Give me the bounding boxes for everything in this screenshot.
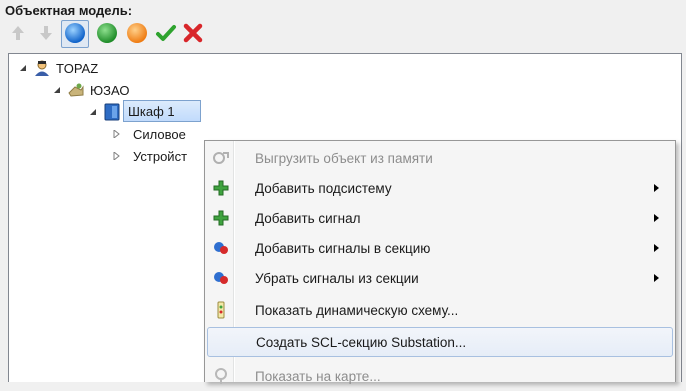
submenu-arrow-icon (654, 274, 659, 282)
menu-item-add-subsystem[interactable]: Добавить подсистему (207, 173, 673, 203)
move-up-button[interactable] (4, 20, 32, 48)
tree-node-topaz[interactable]: TOPAZ (17, 57, 98, 79)
tree-node-power[interactable]: Силовое (111, 123, 186, 145)
signals-remove-icon (211, 268, 231, 288)
menu-item-show-on-map[interactable]: Показать на карте... (207, 361, 673, 391)
menu-item-remove-signals-from-section[interactable]: Убрать сигналы из секции (207, 263, 673, 293)
move-down-button[interactable] (32, 20, 60, 48)
apply-button[interactable] (152, 20, 180, 48)
menu-item-create-scl-section[interactable]: Создать SCL-секцию Substation... (207, 327, 673, 357)
tree-node-label: ЮЗАО (90, 82, 130, 98)
tree-node-selection[interactable]: Шкаф 1 (123, 100, 201, 122)
red-x-icon (182, 22, 204, 47)
blue-filter-button[interactable] (61, 20, 89, 48)
green-plus-icon (211, 178, 231, 198)
collapsed-arrow-icon[interactable] (111, 150, 123, 162)
signals-add-icon (211, 238, 231, 258)
menu-item-label: Создать SCL-секцию Substation... (256, 334, 467, 350)
tree-node-label: Устройст (133, 148, 188, 164)
tree-node-cabinet-1[interactable] (87, 101, 126, 123)
tree-node-label: Шкаф 1 (128, 103, 175, 119)
context-menu: Выгрузить объект из памяти Добавить подс… (204, 140, 676, 384)
menu-item-add-signal[interactable]: Добавить сигнал (207, 203, 673, 233)
orange-filter-button[interactable] (123, 20, 151, 48)
collapsed-arrow-icon[interactable] (111, 128, 123, 140)
submenu-arrow-icon (654, 214, 659, 222)
toolbar (4, 20, 680, 50)
scheme-icon (211, 300, 231, 320)
cabinet-icon (103, 103, 121, 121)
menu-item-label: Добавить сигналы в секцию (255, 240, 431, 256)
menu-item-show-dynamic-scheme[interactable]: Показать динамическую схему... (207, 295, 673, 325)
menu-item-unload[interactable]: Выгрузить объект из памяти (207, 143, 673, 173)
cancel-button[interactable] (179, 20, 207, 48)
arrow-down-icon (37, 24, 55, 45)
green-plus-icon (211, 208, 231, 228)
panel-title: Объектная модель: (5, 3, 133, 18)
green-filter-button[interactable] (93, 20, 121, 48)
submenu-arrow-icon (654, 244, 659, 252)
expanded-arrow-icon[interactable] (17, 62, 29, 74)
unload-icon (211, 148, 231, 168)
tree-node-yuzao[interactable]: ЮЗАО (51, 79, 129, 101)
expanded-arrow-icon[interactable] (87, 106, 99, 118)
menu-item-label: Добавить сигнал (255, 210, 361, 226)
checkmark-icon (155, 22, 177, 47)
submenu-arrow-icon (654, 184, 659, 192)
menu-item-label: Выгрузить объект из памяти (255, 150, 433, 166)
tree-node-label: TOPAZ (56, 60, 99, 76)
menu-item-label: Убрать сигналы из секции (255, 270, 419, 286)
user-icon (33, 59, 51, 77)
expanded-arrow-icon[interactable] (51, 84, 63, 96)
orange-circle-icon (126, 22, 148, 47)
green-circle-icon (96, 22, 118, 47)
arrow-up-icon (9, 24, 27, 45)
tree-node-devices[interactable]: Устройст (111, 145, 187, 167)
menu-item-label: Добавить подсистему (255, 180, 392, 196)
tree-node-label: Силовое (133, 126, 186, 142)
blue-circle-icon (64, 22, 86, 47)
substation-icon (67, 81, 85, 99)
map-icon (211, 366, 231, 386)
menu-item-label: Показать динамическую схему... (255, 302, 459, 318)
menu-item-label: Показать на карте... (255, 368, 381, 384)
menu-item-add-signals-to-section[interactable]: Добавить сигналы в секцию (207, 233, 673, 263)
